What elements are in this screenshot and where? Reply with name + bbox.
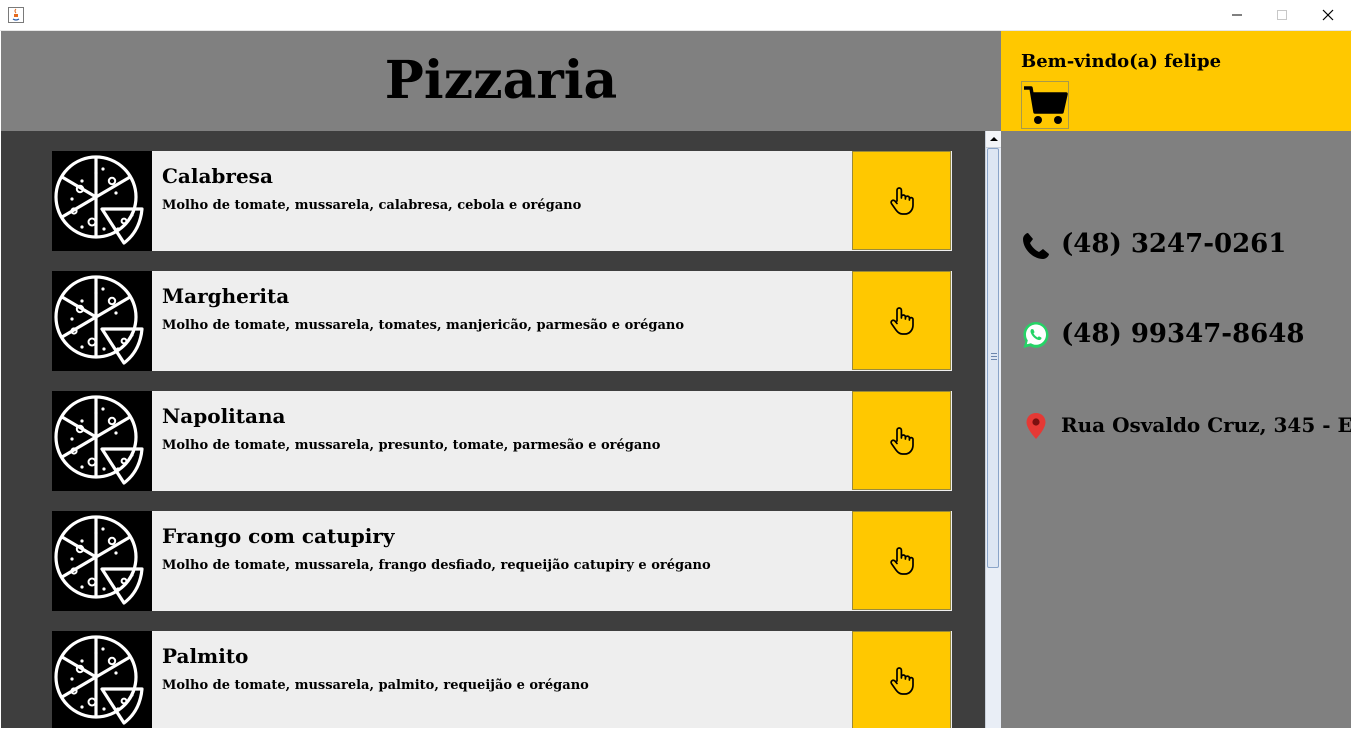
- pizza-icon: [54, 635, 144, 725]
- select-pizza-button[interactable]: [852, 271, 951, 370]
- pizza-image: [52, 511, 152, 611]
- scroll-grip: [991, 353, 997, 354]
- pizza-name: Palmito: [162, 644, 249, 668]
- address-text: Rua Osvaldo Cruz, 345 - Estr: [1061, 413, 1351, 437]
- page-title: Pizzaria: [384, 50, 618, 111]
- pizza-image: [52, 391, 152, 491]
- pizza-name: Frango com catupiry: [162, 524, 395, 548]
- maximize-button[interactable]: [1259, 0, 1305, 30]
- pizza-item: Calabresa Molho de tomate, mussarela, ca…: [52, 151, 952, 251]
- hand-pointer-icon: [889, 186, 914, 215]
- pizza-image: [52, 271, 152, 371]
- location-pin-icon: [1026, 413, 1046, 439]
- select-pizza-button[interactable]: [852, 631, 951, 728]
- java-icon: [8, 7, 24, 23]
- phone-number: (48) 3247-0261: [1061, 229, 1287, 259]
- close-button[interactable]: [1305, 0, 1351, 30]
- main-window: Pizzaria Calabresa Molho de tomate, muss…: [1, 31, 1351, 728]
- pizza-name: Calabresa: [162, 164, 273, 188]
- scroll-grip: [991, 359, 997, 360]
- hand-pointer-icon: [889, 546, 914, 575]
- welcome-label: Bem-vindo(a) felipe: [1021, 51, 1222, 72]
- header-panel: Pizzaria: [1, 31, 1001, 131]
- scroll-thumb[interactable]: [987, 148, 999, 568]
- user-panel: Bem-vindo(a) felipe: [1001, 31, 1351, 131]
- pizza-image: [52, 151, 152, 251]
- pizza-item: Palmito Molho de tomate, mussarela, palm…: [52, 631, 952, 728]
- pizza-description: Molho de tomate, mussarela, presunto, to…: [162, 438, 661, 453]
- hand-pointer-icon: [889, 306, 914, 335]
- select-pizza-button[interactable]: [852, 151, 951, 250]
- pizza-item: Napolitana Molho de tomate, mussarela, p…: [52, 391, 952, 491]
- hand-pointer-icon: [889, 666, 914, 695]
- pizza-description: Molho de tomate, mussarela, tomates, man…: [162, 318, 685, 333]
- pizza-name: Margherita: [162, 284, 290, 308]
- pizza-name: Napolitana: [162, 404, 286, 428]
- hand-pointer-icon: [889, 426, 914, 455]
- contact-panel: (48) 3247-0261 (48) 99347-8648 Rua Osval…: [1001, 131, 1351, 728]
- select-pizza-button[interactable]: [852, 511, 951, 610]
- pizza-menu-list[interactable]: Calabresa Molho de tomate, mussarela, ca…: [1, 131, 985, 728]
- select-pizza-button[interactable]: [852, 391, 951, 490]
- vertical-scrollbar[interactable]: [985, 131, 1001, 728]
- pizza-description: Molho de tomate, mussarela, palmito, req…: [162, 678, 589, 693]
- pizza-description: Molho de tomate, mussarela, frango desfi…: [162, 558, 711, 573]
- window-titlebar: [0, 0, 1352, 31]
- pizza-image: [52, 631, 152, 728]
- pizza-description: Molho de tomate, mussarela, calabresa, c…: [162, 198, 582, 213]
- cart-button[interactable]: [1021, 81, 1069, 129]
- pizza-icon: [54, 515, 144, 605]
- pizza-icon: [54, 275, 144, 365]
- scroll-up-button[interactable]: [986, 131, 1001, 148]
- cart-icon: [1024, 86, 1068, 124]
- pizza-item: Margherita Molho de tomate, mussarela, t…: [52, 271, 952, 371]
- pizza-item: Frango com catupiry Molho de tomate, mus…: [52, 511, 952, 611]
- pizza-icon: [54, 395, 144, 485]
- pizza-icon: [54, 155, 144, 245]
- whatsapp-icon: [1023, 322, 1049, 348]
- minimize-button[interactable]: [1214, 0, 1260, 30]
- phone-icon: [1023, 233, 1049, 259]
- scroll-grip: [991, 356, 997, 357]
- whatsapp-number: (48) 99347-8648: [1061, 319, 1305, 349]
